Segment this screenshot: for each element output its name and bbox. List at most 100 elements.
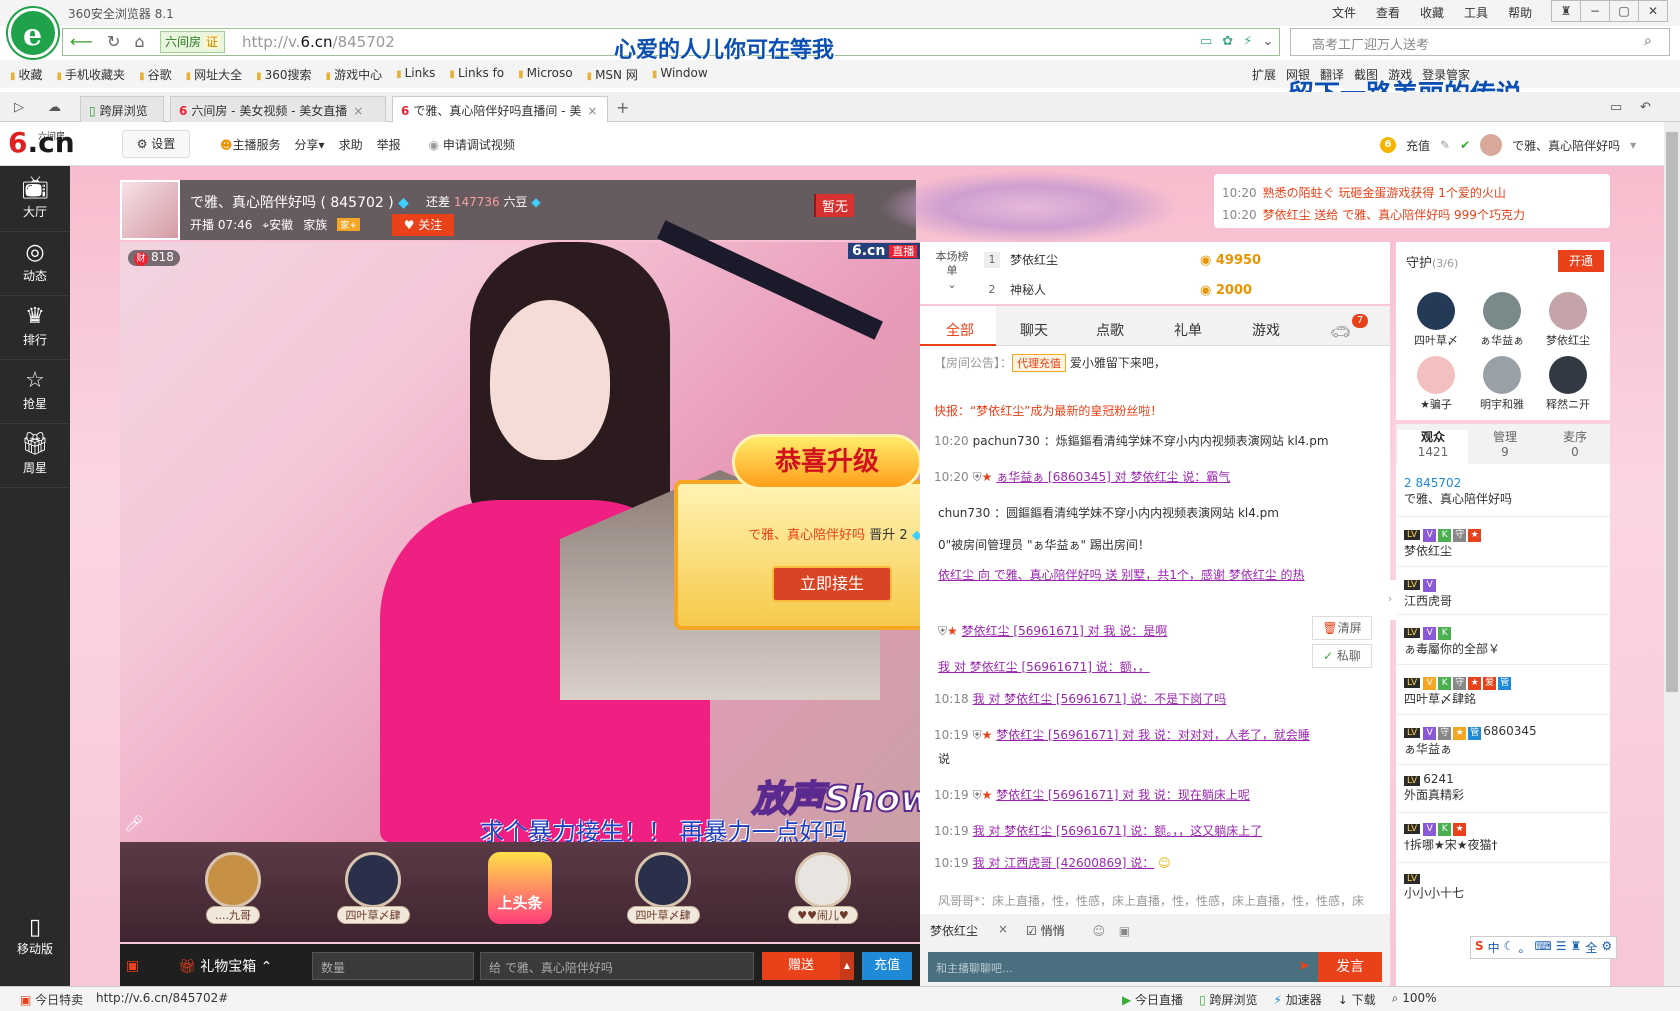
menu-tools[interactable]: 工具 [1464, 4, 1488, 21]
security-icon[interactable]: ✿ [1222, 34, 1233, 49]
cloud-icon[interactable]: ☁ [48, 100, 61, 115]
seat-item[interactable]: ♥♥闹儿♥ [780, 852, 866, 924]
fav-item[interactable]: 手机收藏夹 [57, 66, 125, 83]
list-item[interactable]: 2 845702 で雅、真心陪伴好吗 [1404, 476, 1512, 507]
fav-item[interactable]: 360搜索 [256, 66, 312, 83]
give-dropdown-icon[interactable]: ▲ [840, 952, 854, 980]
chevron-down-icon[interactable]: ▾ [1630, 138, 1636, 152]
menu-favorites[interactable]: 收藏 [1420, 4, 1444, 21]
close-tab-icon[interactable]: × [353, 104, 363, 118]
menu-help[interactable]: 帮助 [1508, 4, 1532, 21]
moon-icon[interactable]: ☾ [1504, 939, 1515, 956]
menu-icon[interactable]: ☰ [1556, 939, 1567, 956]
rank-row[interactable]: 2 神秘人 [984, 281, 1047, 298]
keyboard-icon[interactable]: ⌨ [1534, 939, 1551, 956]
close-tab-icon[interactable]: × [587, 104, 597, 118]
dropdown-icon[interactable]: ⌄ [1262, 34, 1273, 49]
back-icon[interactable]: ⟵ [70, 32, 93, 51]
guard-member[interactable]: ★骗子 [1406, 356, 1466, 412]
collapse-arrow-icon[interactable]: › [1384, 580, 1396, 620]
guard-member[interactable]: 四叶草〆 [1406, 292, 1466, 348]
sidebar-item-rank[interactable]: ♛ 排行 [0, 294, 70, 360]
seat-item[interactable]: 四叶草〆肆 [620, 852, 706, 924]
site-badge[interactable]: 六间房证 [160, 31, 226, 53]
image-icon[interactable]: ▣ [1119, 924, 1130, 938]
follow-button[interactable]: ♥ 关注 [392, 214, 454, 236]
anchor-avatar[interactable] [120, 180, 180, 240]
tab-game[interactable]: 游戏 [1252, 320, 1280, 340]
fav-item[interactable]: Window [652, 66, 707, 83]
status-zoom[interactable]: ⌕ 100% [1392, 991, 1437, 1008]
nav-share[interactable]: 分享▾ [295, 136, 325, 153]
tab-6cn-home[interactable]: 6 六间房 - 美女视频 - 美女直播 × [170, 96, 386, 122]
sidebar-item-hall[interactable]: 📺︎ 大厅 [0, 166, 70, 232]
minimize-button[interactable]: − [1580, 0, 1610, 22]
rank-label[interactable]: 本场榜单 ⌄ [932, 250, 972, 292]
close-icon[interactable]: × [998, 922, 1008, 936]
home-icon[interactable]: ⌂ [134, 32, 144, 51]
family-badge[interactable]: 家+ [337, 218, 360, 231]
refresh-icon[interactable]: ↻ [107, 32, 120, 51]
private-chat-button[interactable]: ✓ 私聊 [1312, 644, 1372, 668]
status-deals[interactable]: ▣ 今日特卖 [20, 991, 83, 1008]
rank-row[interactable]: 1 梦依红尘 [984, 251, 1058, 268]
quantity-input[interactable]: 数量 [312, 952, 474, 980]
site-logo[interactable]: 六间房 6.cn [8, 126, 75, 159]
search-input[interactable]: 高考工厂迎万人送考 [1312, 34, 1429, 53]
sidebar-item-mobile[interactable]: ▯ 移动版 [0, 915, 70, 957]
nav-debug-video[interactable]: ◉ 申请调试视频 [429, 136, 515, 153]
fav-item[interactable]: 收藏 [10, 66, 43, 83]
sidebar-item-weekly[interactable]: 🎁︎ 周星 [0, 422, 70, 488]
guard-member[interactable]: 释然ニ开 [1538, 356, 1598, 412]
list-item[interactable]: LV V K 守 ★ 爱管四叶草〆肆銘 [1404, 674, 1513, 707]
fav-item[interactable]: 网址大全 [186, 66, 242, 83]
tab-gift-list[interactable]: 礼单 [1174, 320, 1202, 340]
fav-item[interactable]: Links fo [449, 66, 504, 83]
recipient-select[interactable]: 给 で雅、真心陪伴好吗 [480, 952, 754, 980]
seat-item[interactable]: 四叶草〆肆 [330, 852, 416, 924]
reader-icon[interactable]: ▭ [1200, 34, 1212, 49]
menu-view[interactable]: 查看 [1376, 4, 1400, 21]
guard-member[interactable]: 明宇和雅 [1472, 356, 1532, 412]
list-item[interactable]: LV V K ★ †拆哪★宋★夜猫† [1404, 820, 1498, 853]
status-live[interactable]: ▶ 今日直播 [1122, 991, 1183, 1008]
nav-report[interactable]: 举报 [377, 136, 401, 153]
menu-file[interactable]: 文件 [1332, 4, 1356, 21]
nav-help[interactable]: 求助 [339, 136, 363, 153]
list-item[interactable]: LV V K ぁ毒屬你的全部￥ [1404, 624, 1500, 657]
ime-toolbar[interactable]: S 中 ☾ 。 ⌨ ☰ ♜ 全 ⚙ [1470, 936, 1618, 959]
chat-target[interactable]: 梦依红尘 [930, 922, 978, 939]
settings-icon[interactable]: ⚙ [1601, 939, 1612, 956]
skin-icon[interactable]: ♜ [1551, 0, 1581, 22]
chat-input[interactable]: 和主播聊聊吧... [928, 952, 1318, 982]
car-icon[interactable]: 🚗︎ [1330, 322, 1350, 341]
punct-icon[interactable]: 。 [1518, 939, 1530, 956]
new-tab-button[interactable]: + [616, 98, 629, 117]
status-cross-screen[interactable]: ▯ 跨屏浏览 [1199, 991, 1257, 1008]
fav-item[interactable]: 游戏中心 [326, 66, 382, 83]
speed-icon[interactable]: ⚡ [1243, 34, 1252, 49]
guard-member[interactable]: 梦依红尘 [1538, 292, 1598, 348]
tab-admin[interactable]: 管理 9 [1470, 430, 1540, 460]
tab-audience[interactable]: 观众 1421 [1398, 430, 1468, 464]
sidebar-item-feed[interactable]: ◎ 动态 [0, 230, 70, 296]
microphone-icon[interactable]: 🎤︎ [124, 814, 144, 833]
recharge-link[interactable]: 充值 [1406, 137, 1430, 154]
send-button[interactable]: 发言 [1318, 952, 1382, 982]
nav-anchor-service[interactable]: ☻主播服务 [220, 136, 281, 153]
maximize-button[interactable]: ▢ [1609, 0, 1639, 22]
tab-chat[interactable]: 聊天 [1020, 320, 1048, 340]
open-guard-button[interactable]: 开通 [1558, 250, 1604, 272]
sidebar-toggle-icon[interactable]: ▷ [14, 100, 24, 115]
list-item[interactable]: LV V 江西虎哥 [1404, 576, 1452, 609]
url-text[interactable]: http://v.6.cn/845702 [242, 33, 395, 51]
fav-item[interactable]: Microso [518, 66, 573, 83]
edit-icon[interactable]: ✎ [1440, 138, 1450, 152]
list-item[interactable]: LV V K 守 ★ 梦依红尘 [1404, 526, 1483, 559]
status-accelerate[interactable]: ⚡ 加速器 [1274, 991, 1322, 1008]
list-item[interactable]: LV 小小小十七 [1404, 870, 1464, 901]
tab-all[interactable]: 全部 [946, 320, 974, 340]
clear-button[interactable]: 🗑︎清屏 [1312, 616, 1372, 640]
seat-item[interactable]: ....九哥 [190, 852, 276, 924]
status-download[interactable]: ↓ 下载 [1338, 991, 1376, 1008]
